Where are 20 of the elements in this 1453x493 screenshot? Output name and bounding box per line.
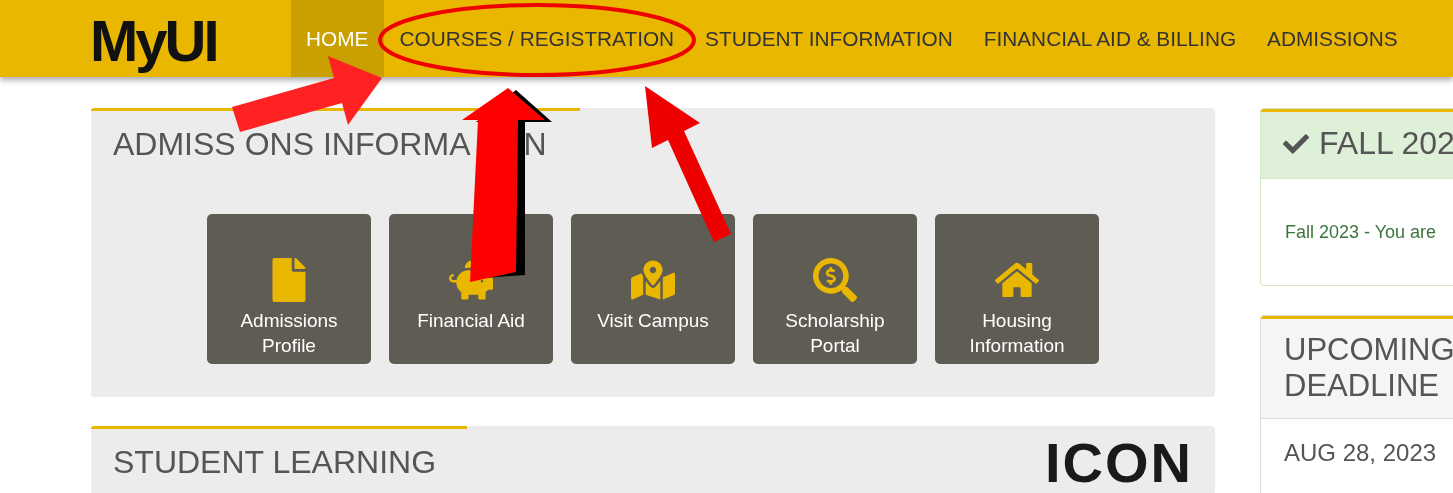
nav-link[interactable]: STUDENT INFORMATION [689,0,969,77]
shortcut-tile[interactable]: Admissions Profile [207,214,371,364]
shortcut-tile[interactable]: Visit Campus [571,214,735,364]
card-title: STUDENT LEARNING [112,443,437,481]
card-title: UPCOMING DEADLINE [1261,316,1453,419]
logo[interactable]: MyUI [90,10,217,71]
nav-link[interactable]: ADMISSIONS [1251,0,1414,77]
card-title: ONS INFORMA [244,126,471,163]
nav-link[interactable]: COURSES / REGISTRATION [384,0,690,77]
map-icon [631,258,675,302]
nav-link[interactable]: FINANCIAL AID & BILLING [968,0,1252,77]
shortcut-tile[interactable]: Scholarship Portal [753,214,917,364]
card-title: N [523,126,547,163]
deadline-date: AUG 28, 2023 [1283,438,1438,468]
icon-logo[interactable]: ICON [1045,434,1193,492]
dollar-search-icon [813,258,857,302]
card-title: FALL 202 [1319,125,1453,162]
shortcut-tile[interactable]: Housing Information [935,214,1099,364]
card-title: ADMISS [113,126,236,163]
status-message: Fall 2023 - You are [1284,220,1438,244]
